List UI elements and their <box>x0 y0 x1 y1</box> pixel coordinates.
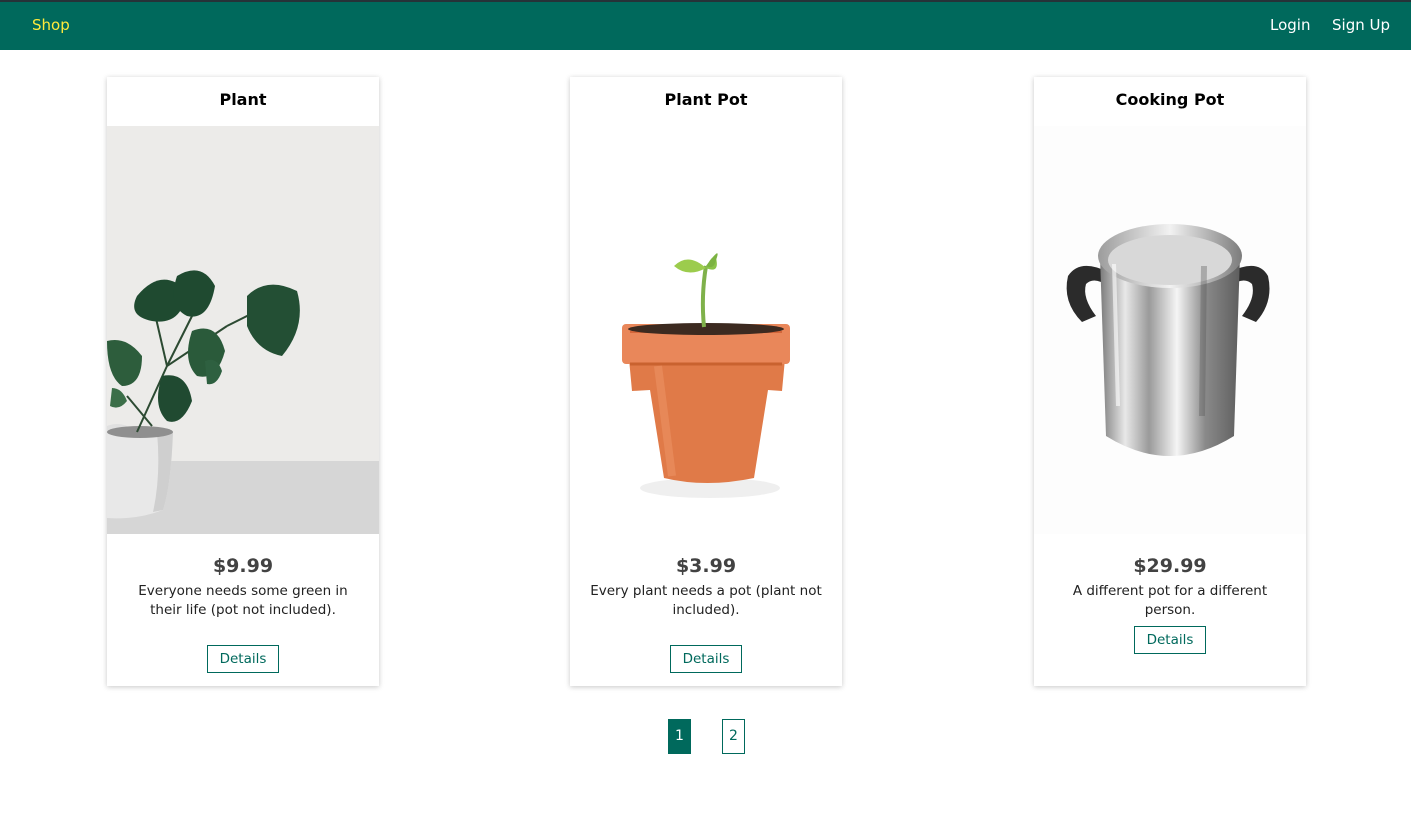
product-image-plant <box>107 126 379 534</box>
brand-link[interactable]: Shop <box>32 16 70 34</box>
product-price: $3.99 <box>675 555 737 577</box>
login-link[interactable]: Login <box>1270 16 1310 34</box>
signup-link[interactable]: Sign Up <box>1332 16 1390 34</box>
details-button[interactable]: Details <box>207 645 279 673</box>
product-description: Everyone needs some green in their life … <box>138 583 348 618</box>
page-button-2[interactable]: 2 <box>722 719 745 754</box>
product-card-plant: Plant $9.99 Everyone needs some green in… <box>107 77 379 686</box>
page-button-1[interactable]: 1 <box>668 719 691 754</box>
product-card-cooking-pot: Cooking Pot $29.99 A different pot for a… <box>1034 77 1306 686</box>
details-button[interactable]: Details <box>670 645 742 673</box>
product-card-plant-pot: Plant Pot $3.99 Every plant needs a pot … <box>570 77 842 686</box>
product-price: $9.99 <box>212 555 274 577</box>
product-image-plant-pot <box>570 126 842 534</box>
product-title: Plant Pot <box>664 90 748 109</box>
product-price: $29.99 <box>1133 555 1207 577</box>
product-description: Every plant needs a pot (plant not inclu… <box>590 583 822 618</box>
product-title: Plant <box>219 90 267 109</box>
details-button[interactable]: Details <box>1134 626 1206 654</box>
product-title: Cooking Pot <box>1115 90 1225 109</box>
product-image-cooking-pot <box>1034 126 1306 534</box>
top-navbar: Shop Login Sign Up <box>0 0 1411 50</box>
product-description: A different pot for a different person. <box>1072 583 1268 618</box>
